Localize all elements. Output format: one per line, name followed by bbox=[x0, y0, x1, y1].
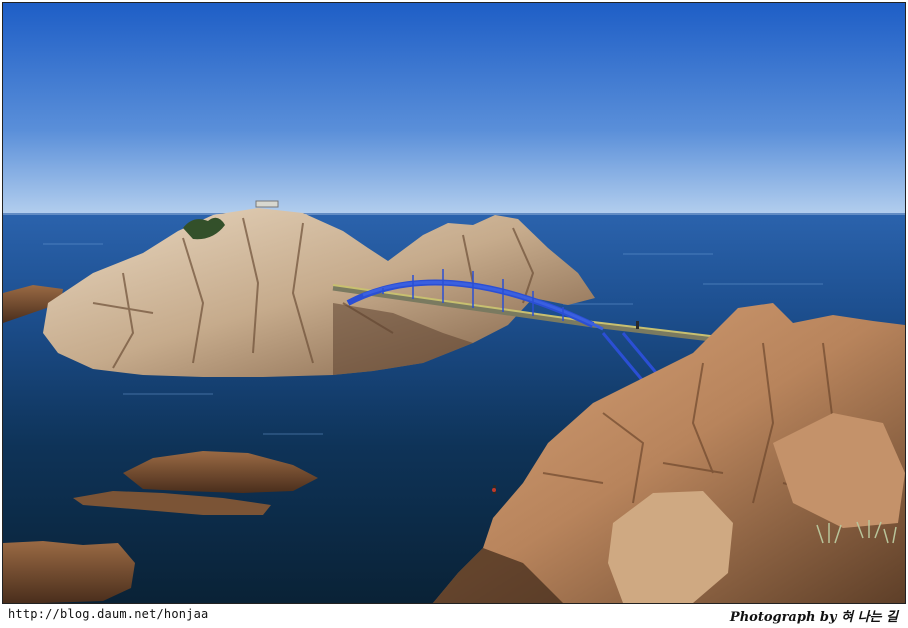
landscape-photo bbox=[3, 3, 905, 603]
sky bbox=[3, 3, 905, 215]
photo-frame bbox=[2, 2, 906, 604]
watermark-bar: http://blog.daum.net/honjaa Photograph b… bbox=[0, 604, 908, 628]
blog-url-watermark: http://blog.daum.net/honjaa bbox=[8, 607, 209, 621]
photographer-credit: Photograph by 혀 나는 길 bbox=[729, 610, 898, 625]
